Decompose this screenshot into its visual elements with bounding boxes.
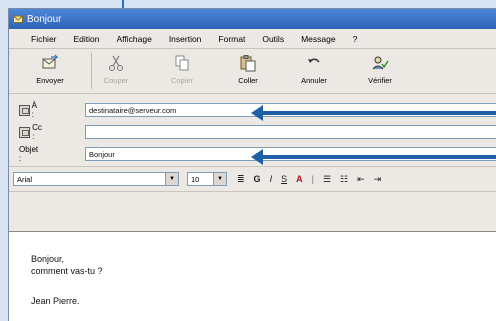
send-button[interactable]: Envoyer — [17, 49, 83, 85]
header-fields: À : destinataire@serveur.com Cc : Objet … — [9, 94, 496, 167]
check-names-icon — [372, 56, 389, 70]
menu-affichage[interactable]: Affichage — [117, 34, 152, 44]
cut-button[interactable]: Couper — [83, 49, 149, 85]
message-body[interactable]: Bonjour, comment vas-tu ? Jean Pierre. — [9, 231, 496, 321]
toolbar-separator — [91, 53, 92, 89]
menu-insertion[interactable]: Insertion — [169, 34, 202, 44]
increase-indent-icon[interactable]: ⇥ — [374, 174, 382, 185]
font-color-icon[interactable]: A — [296, 174, 303, 184]
title-bar: Bonjour — [9, 9, 496, 29]
paragraph-style-icon[interactable]: ≣ — [237, 174, 245, 185]
chevron-down-icon: ▼ — [165, 173, 178, 185]
message-line: Jean Pierre. — [31, 296, 80, 306]
compose-window: Bonjour Fichier Edition Affichage Insert… — [8, 8, 496, 321]
format-bar: Arial ▼ 10 ▼ ≣ G I S A | ☰ ☷ ⇤ ⇥ — [9, 167, 496, 192]
message-line: Bonjour, — [31, 254, 65, 264]
undo-icon — [308, 58, 320, 63]
message-line: comment vas-tu ? — [31, 266, 103, 276]
menu-help[interactable]: ? — [353, 34, 358, 44]
menu-message[interactable]: Message — [301, 34, 336, 44]
envelope-icon — [13, 15, 23, 23]
menu-format[interactable]: Format — [218, 34, 245, 44]
underline-icon[interactable]: S — [281, 174, 287, 184]
decrease-indent-icon[interactable]: ⇤ — [357, 174, 365, 185]
copy-icon — [175, 55, 189, 71]
menu-bar: Fichier Edition Affichage Insertion Form… — [9, 29, 496, 49]
cc-field[interactable] — [85, 125, 496, 139]
paste-button[interactable]: Coller — [215, 49, 281, 85]
size-select[interactable]: 10 ▼ — [187, 172, 227, 186]
numbered-list-icon[interactable]: ☰ — [323, 174, 331, 185]
toolbar: Envoyer Couper Copier Coller Annuler Vér… — [9, 49, 496, 94]
address-book-icon — [19, 126, 31, 138]
cut-icon — [109, 55, 123, 71]
callout-arrow — [251, 105, 496, 121]
bold-icon[interactable]: G — [254, 174, 261, 184]
menu-edition[interactable]: Edition — [74, 34, 100, 44]
undo-button[interactable]: Annuler — [281, 49, 347, 85]
send-icon — [42, 54, 59, 69]
to-label[interactable]: À : — [19, 101, 39, 119]
subject-label: Objet : — [19, 145, 39, 163]
address-book-icon — [19, 104, 30, 116]
italic-icon[interactable]: I — [270, 174, 273, 184]
check-names-button[interactable]: Vérifier — [347, 49, 413, 85]
cc-label[interactable]: Cc : — [19, 123, 44, 141]
bullet-list-icon[interactable]: ☷ — [340, 174, 348, 185]
paste-icon — [240, 55, 256, 72]
separator-icon: | — [311, 174, 314, 184]
menu-fichier[interactable]: Fichier — [31, 34, 57, 44]
copy-button[interactable]: Copier — [149, 49, 215, 85]
window-title: Bonjour — [27, 13, 62, 25]
chevron-down-icon: ▼ — [213, 173, 226, 185]
callout-arrow — [251, 149, 496, 165]
font-select[interactable]: Arial ▼ — [13, 172, 179, 186]
menu-outils[interactable]: Outils — [262, 34, 284, 44]
